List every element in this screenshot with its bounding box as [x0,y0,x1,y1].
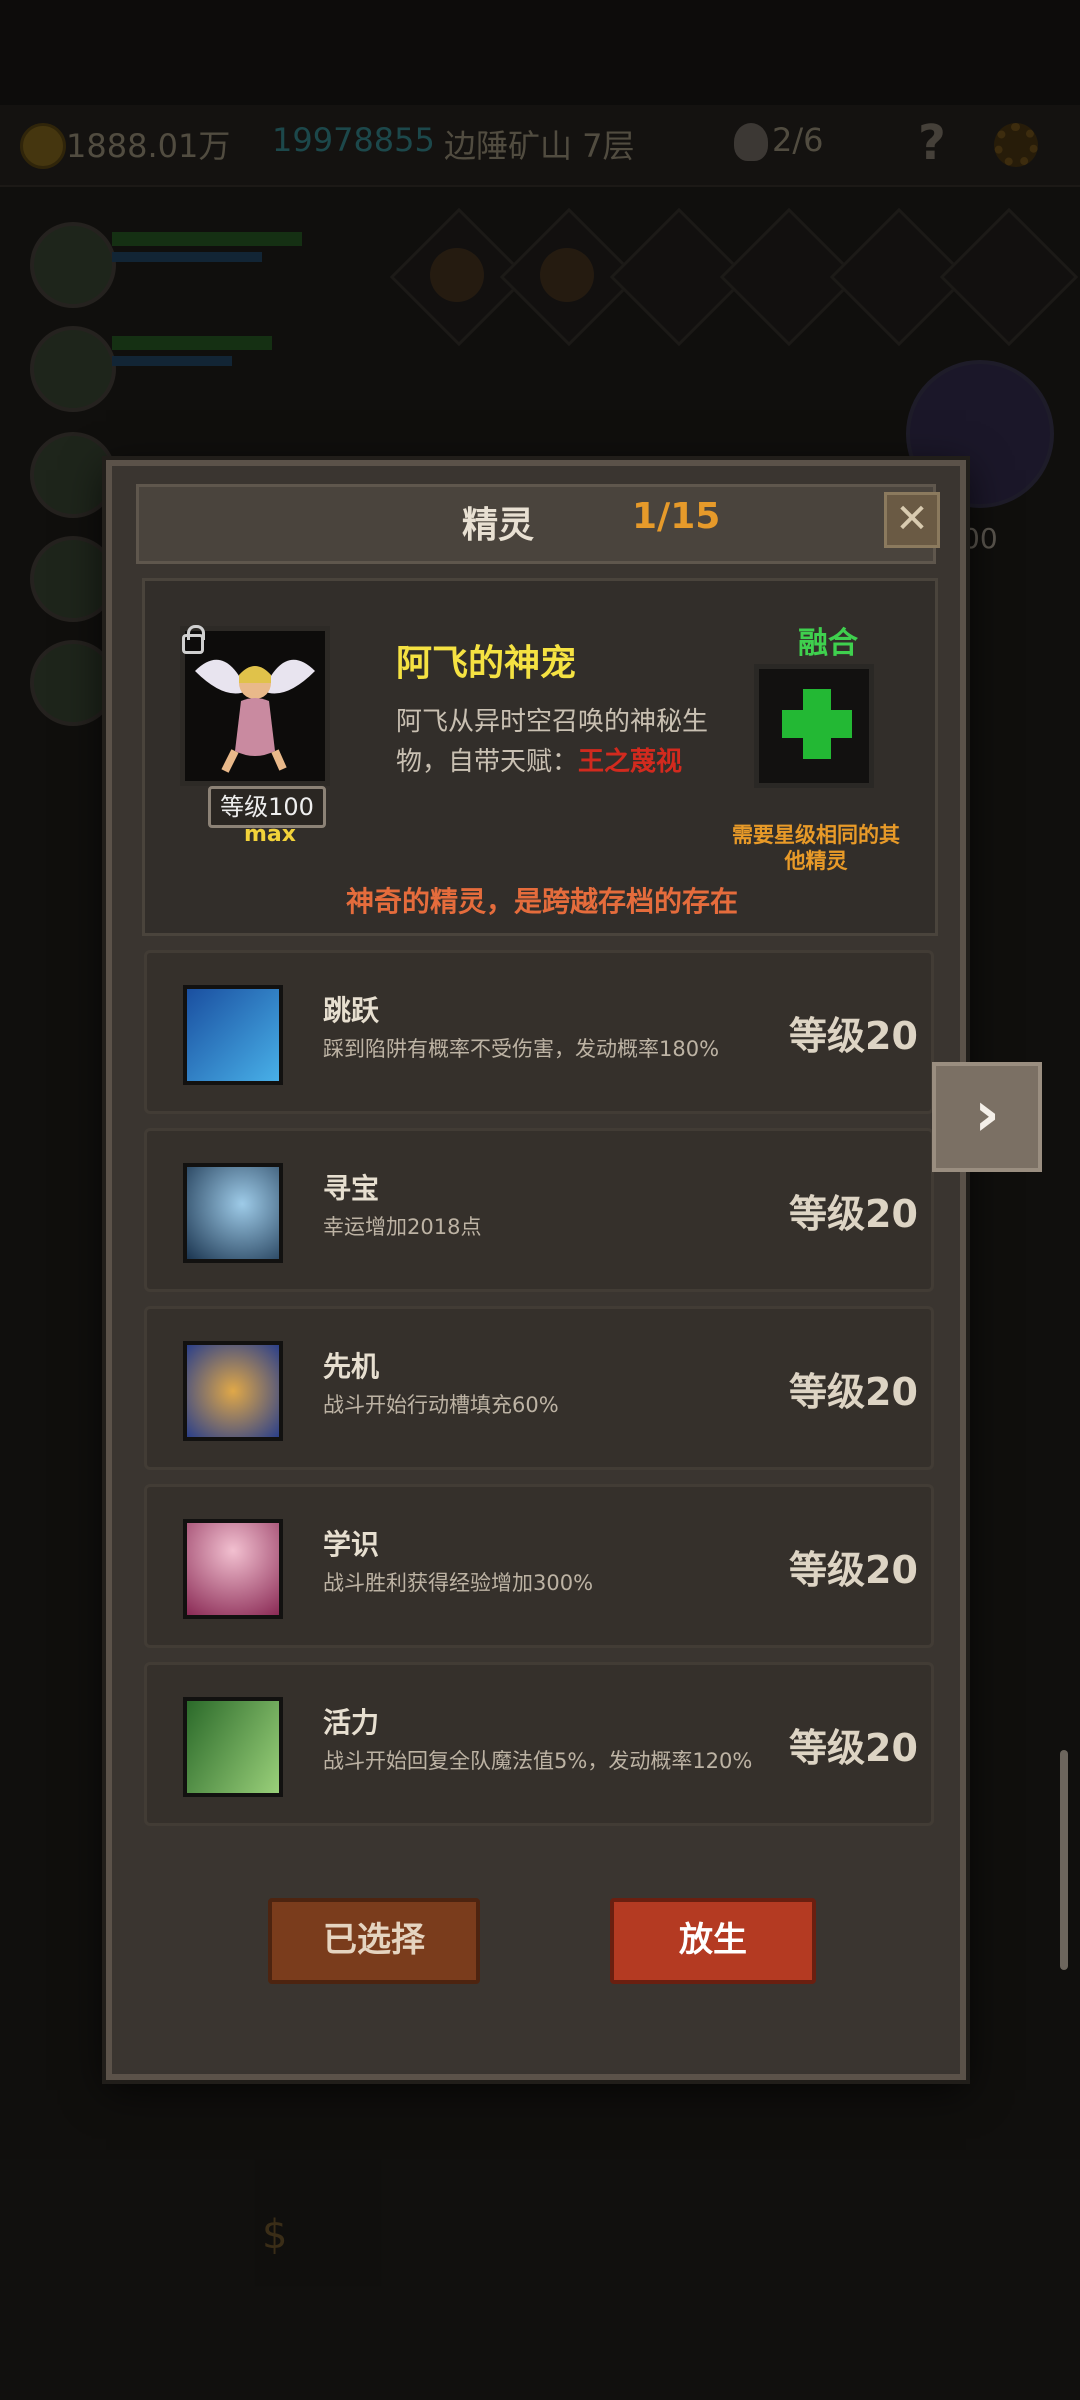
pet-name: 阿飞的神宠 [396,643,577,684]
skill-row[interactable]: 跳跃 踩到陷阱有概率不受伤害，发动概率180% 等级20 [144,950,934,1114]
skill-description: 战斗胜利获得经验增加300% [323,1571,594,1595]
dialog-header [136,484,936,564]
fuse-label: 融合 [798,626,858,661]
spirit-dialog: 精灵 1/15 ✕ 等级100 max 阿飞的神宠 阿飞从异时空召唤的神秘生物，… [106,460,966,2080]
skill-row[interactable]: 学识 战斗胜利获得经验增加300% 等级20 [144,1484,934,1648]
skill-level: 等级20 [789,1370,918,1414]
skill-level: 等级20 [789,1726,918,1770]
leopard-skill-icon [183,1341,283,1441]
skill-description: 战斗开始行动槽填充60% [323,1393,559,1417]
skill-level: 等级20 [789,1014,918,1058]
spirit-count: 1/15 [632,496,721,537]
plus-icon [782,689,852,759]
fuse-requirement: 需要星级相同的其他精灵 [732,823,900,873]
next-page-button[interactable]: › [932,1062,1042,1172]
lock-icon [182,625,205,654]
wisdom-skill-icon [183,1519,283,1619]
leap-skill-icon [183,985,283,1085]
skill-name: 跳跃 [323,994,380,1027]
skill-name: 学识 [323,1528,380,1561]
skill-name: 先机 [323,1350,380,1383]
skill-level: 等级20 [789,1192,918,1236]
max-level-label: max [244,822,296,847]
close-button[interactable]: ✕ [884,492,940,548]
dialog-title: 精灵 [462,505,535,546]
skill-description: 幸运增加2018点 [323,1215,482,1239]
angel-pet-icon [195,659,315,773]
scrollbar[interactable] [1060,1750,1068,1970]
skill-level: 等级20 [789,1548,918,1592]
skill-row[interactable]: 先机 战斗开始行动槽填充60% 等级20 [144,1306,934,1470]
skill-description: 踩到陷阱有概率不受伤害，发动概率180% [323,1037,720,1061]
skill-row[interactable]: 活力 战斗开始回复全队魔法值5%，发动概率120% 等级20 [144,1662,934,1826]
skill-description: 战斗开始回复全队魔法值5%，发动概率120% [323,1749,753,1773]
pet-talent: 王之蔑视 [578,747,683,777]
selected-button[interactable]: 已选择 [268,1898,480,1984]
vitality-skill-icon [183,1697,283,1797]
skill-row[interactable]: 寻宝 幸运增加2018点 等级20 [144,1128,934,1292]
skill-name: 活力 [323,1706,380,1739]
fuse-slot-button[interactable] [754,664,874,788]
release-button[interactable]: 放生 [610,1898,816,1984]
pet-description: 阿飞从异时空召唤的神秘生物，自带天赋：王之蔑视 [396,702,726,782]
skill-name: 寻宝 [323,1172,380,1205]
pet-tagline: 神奇的精灵，是跨越存档的存在 [345,885,738,918]
background-glyph: $ [262,2212,288,2258]
treasure-skill-icon [183,1163,283,1263]
